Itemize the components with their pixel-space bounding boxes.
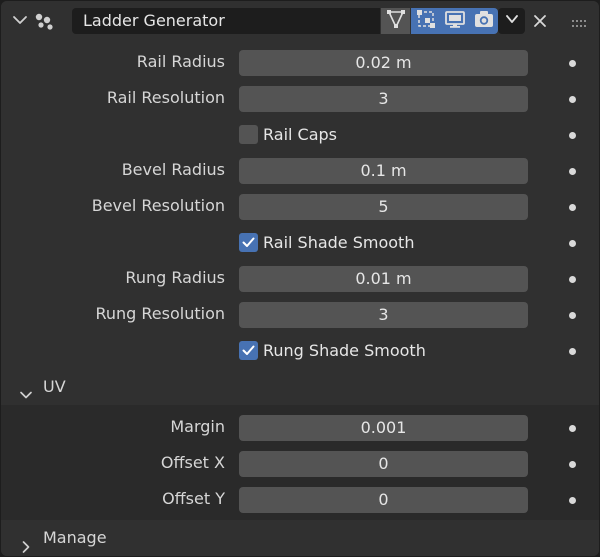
animate-property-icon[interactable] xyxy=(569,168,576,175)
uv-section-title: UV xyxy=(43,377,66,396)
rung-radius-row: Rung Radius 0.01 m xyxy=(1,266,599,292)
bevel-resolution-row: Bevel Resolution 5 xyxy=(1,194,599,220)
rail-caps-row: Rail Caps xyxy=(1,122,599,146)
rung-shade-smooth-checkbox[interactable] xyxy=(239,341,258,360)
bevel-resolution-label: Bevel Resolution xyxy=(91,196,225,215)
margin-field[interactable]: 0.001 xyxy=(239,415,528,441)
rung-resolution-row: Rung Resolution 3 xyxy=(1,302,599,328)
animate-property-icon[interactable] xyxy=(569,96,576,103)
rail-radius-field[interactable]: 0.02 m xyxy=(239,50,528,76)
rung-resolution-label: Rung Resolution xyxy=(95,304,225,323)
rung-radius-field[interactable]: 0.01 m xyxy=(239,266,528,292)
manage-section-title: Manage xyxy=(43,528,107,547)
animate-property-icon[interactable] xyxy=(569,312,576,319)
checkmark-icon xyxy=(242,237,255,247)
render-icon xyxy=(473,8,495,34)
bevel-radius-row: Bevel Radius 0.1 m xyxy=(1,158,599,184)
viewport-icon xyxy=(444,8,466,34)
rail-resolution-label: Rail Resolution xyxy=(106,88,225,107)
bevel-radius-field[interactable]: 0.1 m xyxy=(239,158,528,184)
chevron-down-icon xyxy=(504,11,520,31)
offset-y-label: Offset Y xyxy=(162,489,225,508)
margin-label: Margin xyxy=(170,417,225,436)
edit-mode-icon xyxy=(385,8,407,34)
rail-resolution-field[interactable]: 3 xyxy=(239,86,528,112)
rail-shade-smooth-checkbox[interactable] xyxy=(239,233,258,252)
modifier-panel: Ladder Generator Rail Radius 0.02 m Rail… xyxy=(1,1,599,556)
bevel-radius-label: Bevel Radius xyxy=(121,160,225,179)
rung-radius-label: Rung Radius xyxy=(125,268,225,287)
chevron-right-icon xyxy=(19,531,33,553)
cage-icon xyxy=(415,8,437,34)
bevel-resolution-field[interactable]: 5 xyxy=(239,194,528,220)
offset-x-field[interactable]: 0 xyxy=(239,451,528,477)
animate-property-icon[interactable] xyxy=(569,425,576,432)
edit-mode-toggle[interactable] xyxy=(381,8,410,34)
animate-property-icon[interactable] xyxy=(569,461,576,468)
cage-toggle[interactable] xyxy=(411,8,440,34)
offset-x-row: Offset X 0 xyxy=(1,451,599,477)
checkmark-icon xyxy=(242,345,255,355)
rail-shade-smooth-label[interactable]: Rail Shade Smooth xyxy=(263,230,414,256)
rail-shade-smooth-row: Rail Shade Smooth xyxy=(1,230,599,254)
rail-radius-label: Rail Radius xyxy=(136,52,225,71)
rung-shade-smooth-label[interactable]: Rung Shade Smooth xyxy=(263,338,426,364)
offset-y-row: Offset Y 0 xyxy=(1,487,599,513)
geometry-nodes-icon xyxy=(34,11,56,31)
rail-resolution-row: Rail Resolution 3 xyxy=(1,86,599,112)
collapse-chevron-icon[interactable] xyxy=(11,11,29,29)
animate-property-icon[interactable] xyxy=(569,497,576,504)
rung-resolution-field[interactable]: 3 xyxy=(239,302,528,328)
animate-property-icon[interactable] xyxy=(569,276,576,283)
modifier-header: Ladder Generator xyxy=(1,1,599,41)
drag-handle-icon[interactable] xyxy=(571,14,589,27)
animate-property-icon[interactable] xyxy=(569,204,576,211)
rung-shade-smooth-row: Rung Shade Smooth xyxy=(1,338,599,362)
manage-section-header[interactable]: Manage xyxy=(1,520,599,556)
animate-property-icon[interactable] xyxy=(569,348,576,355)
offset-x-label: Offset X xyxy=(160,453,225,472)
margin-row: Margin 0.001 xyxy=(1,415,599,441)
chevron-down-icon xyxy=(19,380,33,399)
render-toggle[interactable] xyxy=(469,8,498,34)
uv-section-body: Margin 0.001 Offset X 0 Offset Y 0 xyxy=(1,405,599,520)
modifier-dropdown-button[interactable] xyxy=(498,8,525,34)
uv-section-header[interactable]: UV xyxy=(1,370,599,404)
viewport-toggle[interactable] xyxy=(440,8,469,34)
offset-y-field[interactable]: 0 xyxy=(239,487,528,513)
animate-property-icon[interactable] xyxy=(569,132,576,139)
animate-property-icon[interactable] xyxy=(569,60,576,67)
rail-radius-row: Rail Radius 0.02 m xyxy=(1,50,599,76)
rail-caps-checkbox[interactable] xyxy=(239,125,258,144)
rail-caps-label[interactable]: Rail Caps xyxy=(263,122,337,148)
close-icon[interactable] xyxy=(531,12,549,30)
modifier-name-field[interactable]: Ladder Generator xyxy=(72,8,380,34)
animate-property-icon[interactable] xyxy=(569,240,576,247)
